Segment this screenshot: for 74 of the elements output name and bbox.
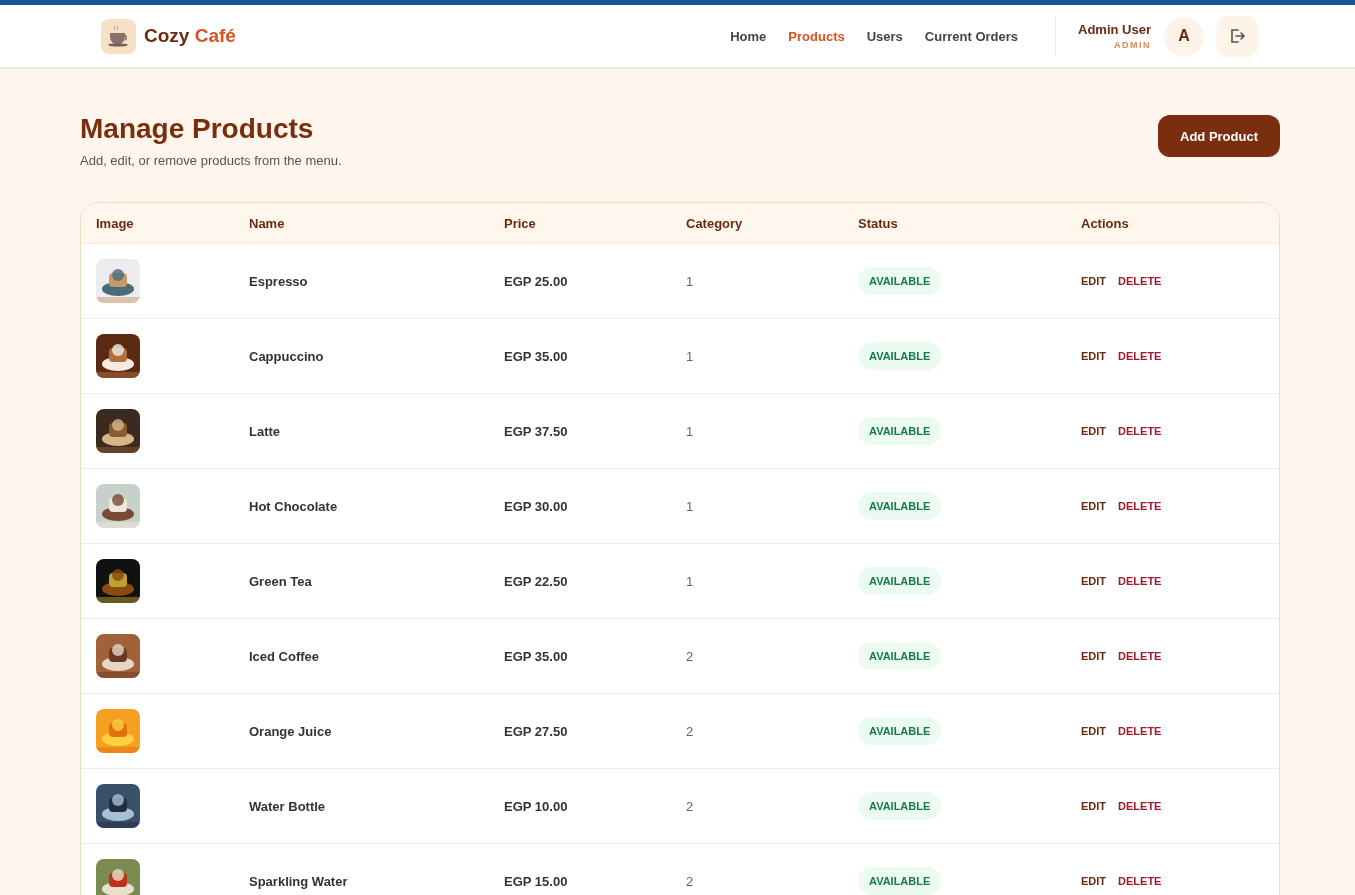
edit-link[interactable]: EDIT (1081, 275, 1107, 287)
status-badge: AVAILABLE (858, 792, 942, 820)
user-avatar[interactable]: A (1165, 17, 1203, 55)
product-price: EGP 27.50 (504, 723, 569, 739)
brand-name: Cozy Café (144, 25, 236, 47)
edit-link[interactable]: EDIT (1081, 725, 1107, 737)
product-category: 1 (686, 573, 695, 589)
product-category: 1 (686, 498, 695, 514)
status-badge: AVAILABLE (858, 342, 942, 370)
product-price: EGP 10.00 (504, 798, 569, 814)
page-title: Manage Products (80, 113, 315, 145)
status-badge: AVAILABLE (858, 492, 942, 520)
product-category: 1 (686, 273, 695, 289)
nav-link[interactable]: Users (866, 28, 903, 44)
product-name: Latte (249, 423, 282, 439)
status-badge: AVAILABLE (858, 567, 942, 595)
delete-link[interactable]: DELETE (1118, 275, 1162, 287)
page-subtitle: Add, edit, or remove products from the menu. (80, 153, 342, 168)
product-category: 2 (686, 798, 695, 814)
product-name: Iced Coffee (249, 648, 321, 664)
column-header: Status (858, 215, 899, 231)
edit-link[interactable]: EDIT (1081, 650, 1107, 662)
column-header: Price (504, 215, 537, 231)
delete-link[interactable]: DELETE (1118, 575, 1162, 587)
delete-link[interactable]: DELETE (1118, 800, 1162, 812)
delete-link[interactable]: DELETE (1118, 350, 1162, 362)
column-header: Actions (1081, 215, 1130, 231)
status-badge: AVAILABLE (858, 642, 942, 670)
delete-link[interactable]: DELETE (1118, 725, 1162, 737)
status-badge: AVAILABLE (858, 867, 942, 895)
edit-link[interactable]: EDIT (1081, 500, 1107, 512)
product-name: Cappuccino (249, 348, 325, 364)
delete-link[interactable]: DELETE (1118, 875, 1162, 887)
product-category: 2 (686, 723, 695, 739)
edit-link[interactable]: EDIT (1081, 575, 1107, 587)
product-price: EGP 25.00 (504, 273, 569, 289)
product-name: Water Bottle (249, 798, 327, 814)
status-badge: AVAILABLE (858, 267, 942, 295)
status-badge: AVAILABLE (858, 417, 942, 445)
add-product-button[interactable]: Add Product (1158, 115, 1280, 157)
product-price: EGP 15.00 (504, 873, 569, 889)
column-header: Category (686, 215, 744, 231)
nav-link[interactable]: Products (788, 28, 845, 44)
product-name: Green Tea (249, 573, 313, 589)
nav-link[interactable]: Current Orders (924, 28, 1019, 44)
product-category: 1 (686, 348, 695, 364)
product-category: 2 (686, 648, 695, 664)
edit-link[interactable]: EDIT (1081, 425, 1107, 437)
product-category: 2 (686, 873, 695, 889)
user-role: ADMIN (1114, 40, 1151, 50)
product-name: Hot Chocolate (249, 498, 339, 514)
delete-link[interactable]: DELETE (1118, 425, 1162, 437)
product-price: EGP 30.00 (504, 498, 569, 514)
product-name: Sparkling Water (249, 873, 349, 889)
logo-icon (101, 18, 136, 54)
product-price: EGP 35.00 (504, 348, 569, 364)
product-price: EGP 22.50 (504, 573, 569, 589)
logout-button[interactable] (1217, 16, 1257, 56)
delete-link[interactable]: DELETE (1118, 650, 1162, 662)
product-category: 1 (686, 423, 695, 439)
product-name: Espresso (249, 273, 309, 289)
product-price: EGP 37.50 (504, 423, 569, 439)
column-header: Name (249, 215, 286, 231)
edit-link[interactable]: EDIT (1081, 350, 1107, 362)
edit-link[interactable]: EDIT (1081, 800, 1107, 812)
product-price: EGP 35.00 (504, 648, 569, 664)
delete-link[interactable]: DELETE (1118, 500, 1162, 512)
nav-link[interactable]: Home (730, 28, 767, 44)
status-badge: AVAILABLE (858, 717, 942, 745)
edit-link[interactable]: EDIT (1081, 875, 1107, 887)
product-name: Orange Juice (249, 723, 333, 739)
logout-icon (1228, 27, 1246, 45)
column-header: Image (96, 215, 135, 231)
user-name: Admin User (1078, 22, 1151, 37)
